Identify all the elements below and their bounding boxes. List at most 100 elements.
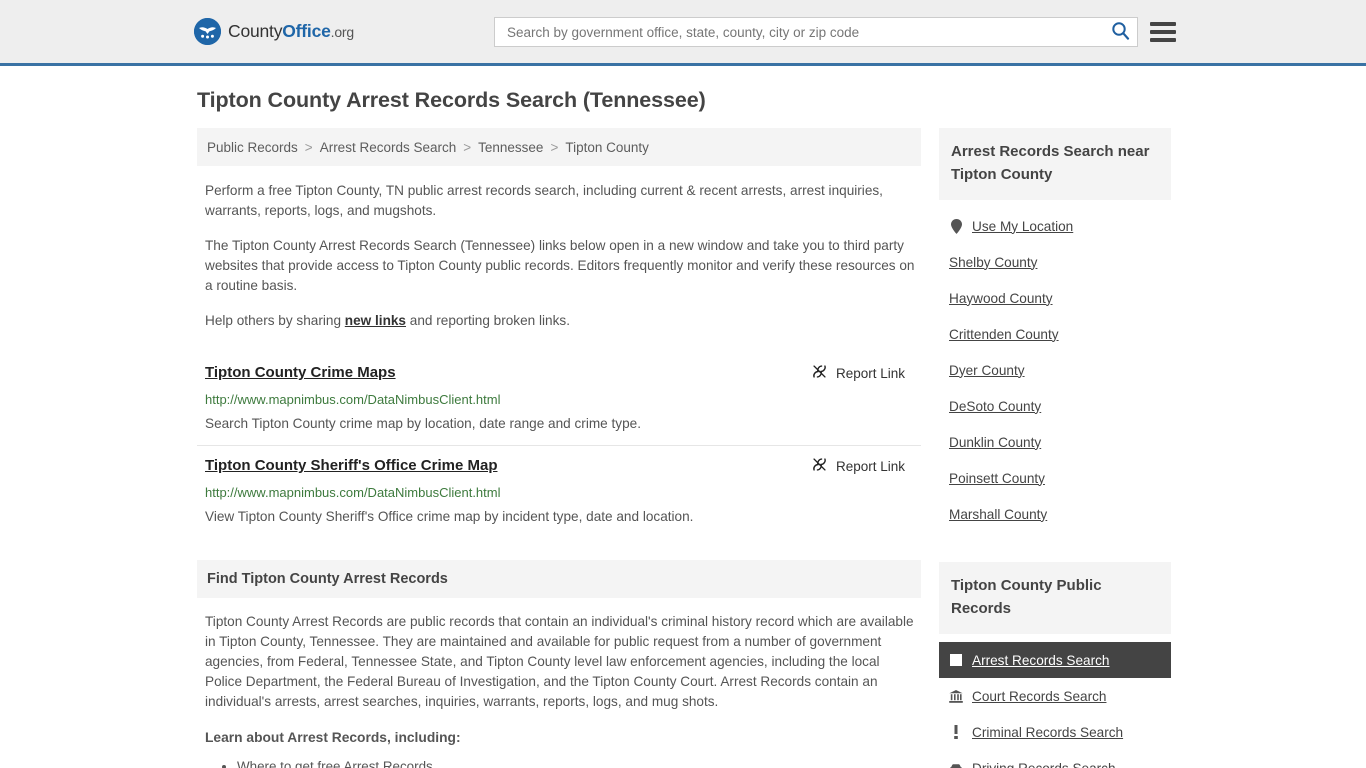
list-item: Poinsett County <box>939 460 1171 496</box>
sidebar-item-dunklin-county[interactable]: Dunklin County <box>939 424 1171 460</box>
sidebar-item-label: Arrest Records Search <box>972 652 1110 668</box>
sidebar-item-marshall-county[interactable]: Marshall County <box>939 496 1171 532</box>
resource-link-row: Tipton County Sheriff's Office Crime Map <box>197 446 921 538</box>
sidebar-item-crittenden-county[interactable]: Crittenden County <box>939 316 1171 352</box>
search-bar[interactable] <box>494 17 1138 47</box>
hamburger-menu-icon-bar <box>1150 22 1176 26</box>
sidebar-item-dyer-county[interactable]: Dyer County <box>939 352 1171 388</box>
list-item: Driving Records Search <box>939 750 1171 768</box>
share-text-before: Help others by sharing <box>205 313 345 328</box>
breadcrumb: Public Records > Arrest Records Search >… <box>197 128 921 166</box>
report-link-button[interactable]: Report Link <box>812 364 905 382</box>
sidebar-item-court-records-search[interactable]: Court Records Search <box>939 678 1171 714</box>
sidebar-item-label: Driving Records Search <box>972 760 1116 768</box>
breadcrumb-item-arrest-records-search[interactable]: Arrest Records Search <box>320 140 457 155</box>
intro-paragraph-1: Perform a free Tipton County, TN public … <box>205 183 883 218</box>
breadcrumb-item-public-records[interactable]: Public Records <box>207 140 298 155</box>
intro-paragraph-3: Help others by sharing new links and rep… <box>197 296 921 331</box>
list-item: Arrest Records Search <box>939 642 1171 678</box>
breadcrumb-separator: > <box>304 139 313 155</box>
list-item: Crittenden County <box>939 316 1171 352</box>
site-header: CountyOffice.org <box>0 0 1366 66</box>
sidebar-item-arrest-records-search[interactable]: Arrest Records Search <box>939 642 1171 678</box>
logo-word-office: Office <box>282 20 331 41</box>
breadcrumb-item-tipton-county[interactable]: Tipton County <box>565 140 649 155</box>
learn-about-list: Where to get free Arrest Records How to … <box>205 756 917 768</box>
resource-link-description: View Tipton County Sheriff's Office crim… <box>205 509 694 524</box>
find-records-heading: Find Tipton County Arrest Records <box>197 560 921 598</box>
eagle-shield-logo-icon <box>194 18 221 45</box>
hamburger-menu-button[interactable] <box>1150 19 1176 45</box>
sidebar-item-label: Marshall County <box>949 506 1048 522</box>
list-item: Shelby County <box>939 244 1171 280</box>
broken-link-icon <box>812 364 827 382</box>
header-inner: CountyOffice.org <box>0 0 1366 63</box>
share-text-after: and reporting broken links. <box>406 313 570 328</box>
content-columns: Public Records > Arrest Records Search >… <box>189 128 1177 768</box>
breadcrumb-item-tennessee[interactable]: Tennessee <box>478 140 543 155</box>
sidebar-records-heading: Tipton County Public Records <box>939 562 1171 634</box>
list-item: DeSoto County <box>939 388 1171 424</box>
resource-link-list: Tipton County Crime Maps Report Link htt… <box>197 353 921 538</box>
car-icon <box>949 763 963 768</box>
sidebar-item-label: Criminal Records Search <box>972 724 1124 740</box>
list-item: Dunklin County <box>939 424 1171 460</box>
search-button[interactable] <box>1103 18 1137 46</box>
sidebar-near-block: Arrest Records Search near Tipton County… <box>939 128 1171 532</box>
sidebar-item-label: Shelby County <box>949 254 1038 270</box>
sidebar-item-poinsett-county[interactable]: Poinsett County <box>939 460 1171 496</box>
logo-word-org: .org <box>330 23 355 40</box>
sidebar-item-haywood-county[interactable]: Haywood County <box>939 280 1171 316</box>
report-link-button[interactable]: Report Link <box>812 457 905 475</box>
resource-link-description: Search Tipton County crime map by locati… <box>205 416 641 431</box>
list-item: Marshall County <box>939 496 1171 532</box>
courthouse-icon <box>949 689 963 703</box>
list-item: Court Records Search <box>939 678 1171 714</box>
hamburger-menu-icon-bar <box>1150 38 1176 42</box>
sidebar-item-criminal-records-search[interactable]: Criminal Records Search <box>939 714 1171 750</box>
sidebar-item-label: Crittenden County <box>949 326 1059 342</box>
site-logo-text: CountyOffice.org <box>228 20 355 41</box>
breadcrumb-separator: > <box>550 139 559 155</box>
report-link-label: Report Link <box>835 458 905 474</box>
sidebar-item-label: Haywood County <box>949 290 1053 306</box>
resource-link-header: Tipton County Sheriff's Office Crime Map <box>205 456 913 476</box>
resource-link-title[interactable]: Tipton County Sheriff's Office Crime Map <box>205 456 497 476</box>
sidebar-item-label: Use My Location <box>972 218 1074 234</box>
content-container: Tipton County Arrest Records Search (Ten… <box>189 66 1177 768</box>
page-title: Tipton County Arrest Records Search (Ten… <box>197 88 706 112</box>
list-item: Criminal Records Search <box>939 714 1171 750</box>
sidebar-item-label: Court Records Search <box>972 688 1107 704</box>
sidebar-item-driving-records-search[interactable]: Driving Records Search <box>939 750 1171 768</box>
list-item: Use My Location <box>939 208 1171 244</box>
sidebar-near-list: Use My Location Shelby County Haywood Co… <box>939 208 1171 532</box>
learn-about-heading: Learn about Arrest Records, including: <box>205 730 461 745</box>
sidebar-item-label: Dunklin County <box>949 434 1042 450</box>
logo-word-county: County <box>228 20 283 41</box>
list-item: Dyer County <box>939 352 1171 388</box>
page-body: Tipton County Arrest Records Search (Ten… <box>0 66 1366 768</box>
new-links-link[interactable]: new links <box>345 313 406 328</box>
broken-link-icon <box>812 457 827 475</box>
sidebar-records-list: Arrest Records Search Court Records Sear… <box>939 642 1171 768</box>
exclamation-icon <box>949 725 963 739</box>
search-input[interactable] <box>495 18 1103 46</box>
sidebar-item-use-my-location[interactable]: Use My Location <box>939 208 1171 244</box>
square-badge-icon <box>949 654 963 666</box>
sidebar-item-desoto-county[interactable]: DeSoto County <box>939 388 1171 424</box>
resource-link-title[interactable]: Tipton County Crime Maps <box>205 363 396 383</box>
sidebar-near-heading: Arrest Records Search near Tipton County <box>939 128 1171 200</box>
site-logo-link[interactable]: CountyOffice.org <box>194 18 354 45</box>
find-records-paragraph: Tipton County Arrest Records are public … <box>205 614 914 709</box>
list-item: Haywood County <box>939 280 1171 316</box>
sidebar: Arrest Records Search near Tipton County… <box>939 128 1171 768</box>
resource-link-url[interactable]: http://www.mapnimbus.com/DataNimbusClien… <box>205 391 913 408</box>
list-item: Where to get free Arrest Records <box>237 756 917 768</box>
breadcrumb-separator: > <box>463 139 472 155</box>
find-records-body: Tipton County Arrest Records are public … <box>197 598 921 768</box>
sidebar-item-shelby-county[interactable]: Shelby County <box>939 244 1171 280</box>
intro-paragraph-2: The Tipton County Arrest Records Search … <box>205 238 915 293</box>
map-pin-icon <box>949 218 963 234</box>
resource-link-url[interactable]: http://www.mapnimbus.com/DataNimbusClien… <box>205 484 913 501</box>
report-link-label: Report Link <box>835 365 905 381</box>
